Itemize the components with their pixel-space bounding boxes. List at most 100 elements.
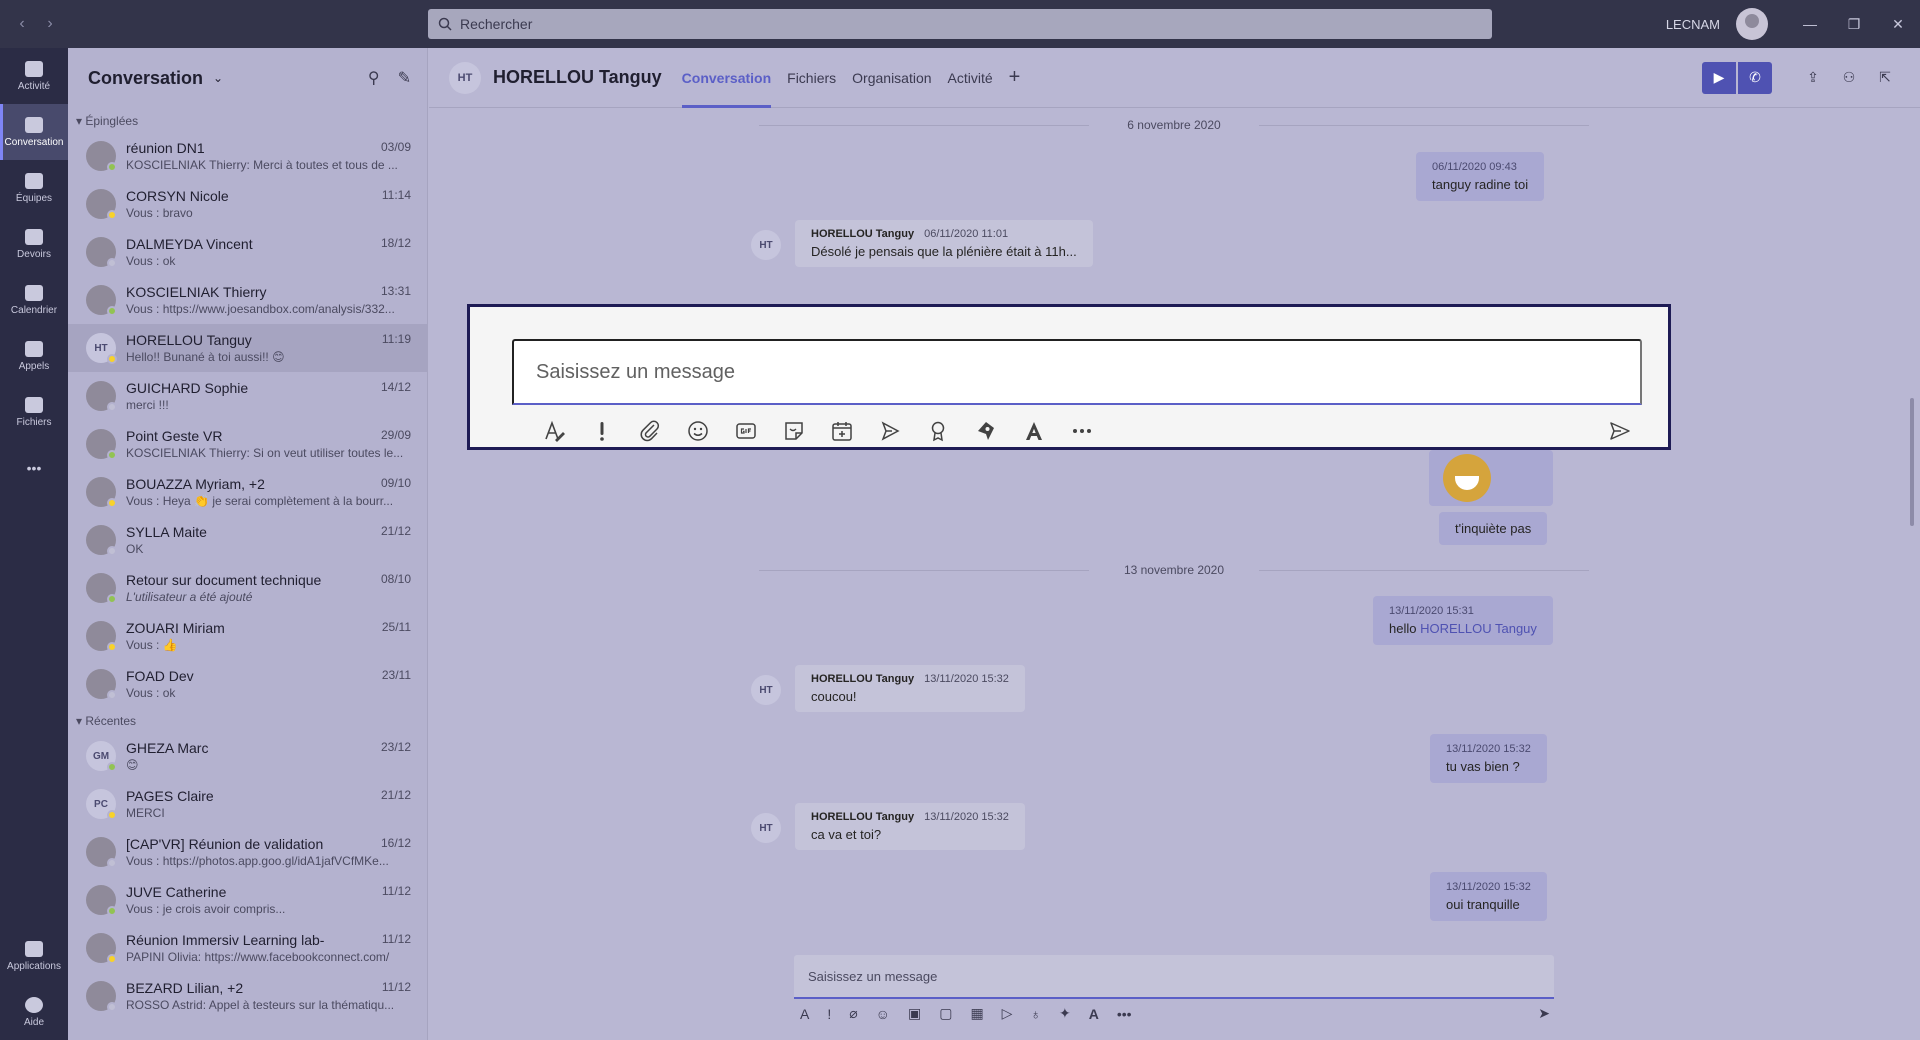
my-message[interactable]: 06/11/2020 09:43 tanguy radine toi <box>1416 152 1545 201</box>
send-icon[interactable] <box>1600 413 1640 449</box>
meeting-icon[interactable] <box>818 413 866 449</box>
attach-icon[interactable]: ⌀ <box>849 1005 857 1022</box>
tab-organisation[interactable]: Organisation <box>844 48 939 108</box>
send-icon[interactable]: ➤ <box>1538 1005 1550 1022</box>
emoji-message[interactable] <box>1429 450 1553 506</box>
rail-chat[interactable]: Conversation <box>0 104 68 160</box>
chat-list-item[interactable]: GM GHEZA Marc 23/12 😊 <box>68 732 427 780</box>
chat-list-item[interactable]: CORSYN Nicole 11:14 Vous : bravo <box>68 180 427 228</box>
their-message[interactable]: HORELLOU Tanguy 06/11/2020 11:01 Désolé j… <box>795 220 1093 267</box>
rail-more[interactable]: ••• <box>0 440 68 496</box>
chat-list-item[interactable]: HT HORELLOU Tanguy 11:19 Hello!! Bunané à t… <box>68 324 427 372</box>
meeting-icon[interactable]: ▦ <box>970 1005 983 1022</box>
chat-list-item[interactable]: BOUAZZA Myriam, +2 09/10 Vous : Heya 👏 je … <box>68 468 427 516</box>
format-icon[interactable]: A <box>800 1006 809 1022</box>
stream-icon[interactable] <box>866 413 914 449</box>
attach-icon[interactable] <box>626 413 674 449</box>
more-options-icon[interactable]: ••• <box>1117 1006 1132 1022</box>
chevron-down-icon[interactable]: ⌄ <box>213 71 223 85</box>
chat-list-item[interactable]: [CAP'VR] Réunion de validation 16/12 Vous … <box>68 828 427 876</box>
search-input[interactable]: Rechercher <box>428 9 1492 39</box>
rail-calls[interactable]: Appels <box>0 328 68 384</box>
emoji-icon[interactable] <box>674 413 722 449</box>
my-message[interactable]: t'inquiète pas <box>1439 512 1548 545</box>
text-style-icon[interactable]: A <box>1089 1006 1099 1022</box>
chat-list-item[interactable]: GUICHARD Sophie 14/12 merci !!! <box>68 372 427 420</box>
chat-list-item[interactable]: DALMEYDA Vincent 18/12 Vous : ok <box>68 228 427 276</box>
chat-list-item[interactable]: KOSCIELNIAK Thierry 13:31 Vous : https://w… <box>68 276 427 324</box>
rail-calendar[interactable]: Calendrier <box>0 272 68 328</box>
my-message[interactable]: 13/11/2020 15:31 hello HORELLOU Tanguy <box>1373 596 1553 645</box>
chat-list-item[interactable]: PC PAGES Claire 21/12 MERCI <box>68 780 427 828</box>
presence-icon <box>107 450 117 460</box>
message-scrollbar[interactable] <box>1910 398 1914 526</box>
loop-icon[interactable] <box>962 413 1010 449</box>
rail-apps[interactable]: Applications <box>0 928 68 984</box>
chat-list-item[interactable]: Réunion Immersiv Learning lab- 11/12 PAPIN… <box>68 924 427 972</box>
chat-list-item[interactable]: FOAD Dev 23/11 Vous : ok <box>68 660 427 708</box>
new-chat-icon[interactable]: ✎ <box>398 68 411 88</box>
tab-files[interactable]: Fichiers <box>779 48 844 108</box>
mention[interactable]: HORELLOU Tanguy <box>1420 621 1537 636</box>
sticker-icon[interactable] <box>770 413 818 449</box>
gif-icon[interactable]: ▣ <box>908 1005 921 1022</box>
add-tab-icon[interactable]: + <box>1001 48 1029 108</box>
chat-list-item[interactable]: ZOUARI Miriam 25/11 Vous : 👍 <box>68 612 427 660</box>
list-title[interactable]: Conversation <box>88 68 203 89</box>
sender-avatar[interactable]: HT <box>751 675 781 705</box>
section-recent[interactable]: ▾ Récentes <box>68 708 427 732</box>
audio-call-button[interactable]: ✆ <box>1738 61 1772 94</box>
sender-avatar[interactable]: HT <box>751 230 781 260</box>
sender-avatar[interactable]: HT <box>751 813 781 843</box>
praise-icon[interactable] <box>914 413 962 449</box>
chat-icon <box>25 116 43 133</box>
chat-list-item[interactable]: Retour sur document technique 08/10 L'util… <box>68 564 427 612</box>
their-message[interactable]: HORELLOU Tanguy 13/11/2020 15:32 coucou! <box>795 665 1025 712</box>
format-icon[interactable] <box>530 413 578 449</box>
avatar <box>86 885 117 916</box>
rail-teams[interactable]: Équipes <box>0 160 68 216</box>
praise-icon[interactable]: ♁ <box>1030 1006 1041 1022</box>
video-call-button[interactable]: ▶ <box>1702 61 1736 94</box>
gif-icon[interactable] <box>722 413 770 449</box>
message-input[interactable] <box>512 339 1642 405</box>
chat-list-item[interactable]: SYLLA Maite 21/12 OK <box>68 516 427 564</box>
loop-icon[interactable]: ✦ <box>1059 1005 1071 1022</box>
chat-list-item[interactable]: Point Geste VR 29/09 KOSCIELNIAK Thierry: … <box>68 420 427 468</box>
chat-avatar[interactable]: HT <box>449 61 481 94</box>
rail-help[interactable]: Aide <box>0 984 68 1040</box>
add-people-icon[interactable]: ⚇ <box>1832 69 1866 86</box>
their-message[interactable]: HORELLOU Tanguy 13/11/2020 15:32 ca va et… <box>795 803 1025 850</box>
emoji-icon[interactable]: ☺ <box>876 1006 890 1022</box>
chat-list-item[interactable]: BEZARD Lilian, +2 11/12 ROSSO Astrid: Appe… <box>68 972 427 1020</box>
share-screen-icon[interactable]: ⇪ <box>1796 69 1830 86</box>
chat-name: PAGES Claire <box>126 788 214 804</box>
rail-assignments[interactable]: Devoirs <box>0 216 68 272</box>
profile-avatar[interactable] <box>1736 8 1768 40</box>
popout-icon[interactable]: ⇱ <box>1868 69 1902 86</box>
chat-list-item[interactable]: réunion DN1 03/09 KOSCIELNIAK Thierry: Mer… <box>68 132 427 180</box>
tab-conversation[interactable]: Conversation <box>674 48 779 108</box>
section-pinned[interactable]: ▾ Épinglées <box>68 108 427 132</box>
org-switcher[interactable]: LECNAM <box>1666 17 1720 32</box>
important-icon[interactable]: ! <box>827 1006 831 1022</box>
tab-activity[interactable]: Activité <box>940 48 1001 108</box>
chat-list-item[interactable]: JUVE Catherine 11/12 Vous : je crois avoir… <box>68 876 427 924</box>
stream-icon[interactable]: ▷ <box>1002 1005 1013 1022</box>
forward-arrow-icon[interactable]: › <box>42 15 58 33</box>
sticker-icon[interactable]: ▢ <box>939 1005 952 1022</box>
my-message[interactable]: 13/11/2020 15:32 oui tranquille <box>1430 872 1547 921</box>
filter-icon[interactable]: ⚲ <box>368 68 380 88</box>
back-arrow-icon[interactable]: ‹ <box>14 15 30 33</box>
more-options-icon[interactable] <box>1058 413 1106 449</box>
important-icon[interactable] <box>578 413 626 449</box>
text-style-icon[interactable] <box>1010 413 1058 449</box>
compose-box-background[interactable]: Saisissez un message <box>794 955 1554 999</box>
restore-icon[interactable]: ❐ <box>1832 16 1876 33</box>
rail-files[interactable]: Fichiers <box>0 384 68 440</box>
chat-name: ZOUARI Miriam <box>126 620 225 636</box>
close-icon[interactable]: ✕ <box>1876 16 1920 33</box>
minimize-icon[interactable]: — <box>1788 16 1832 33</box>
my-message[interactable]: 13/11/2020 15:32 tu vas bien ? <box>1430 734 1547 783</box>
rail-activity[interactable]: Activité <box>0 48 68 104</box>
